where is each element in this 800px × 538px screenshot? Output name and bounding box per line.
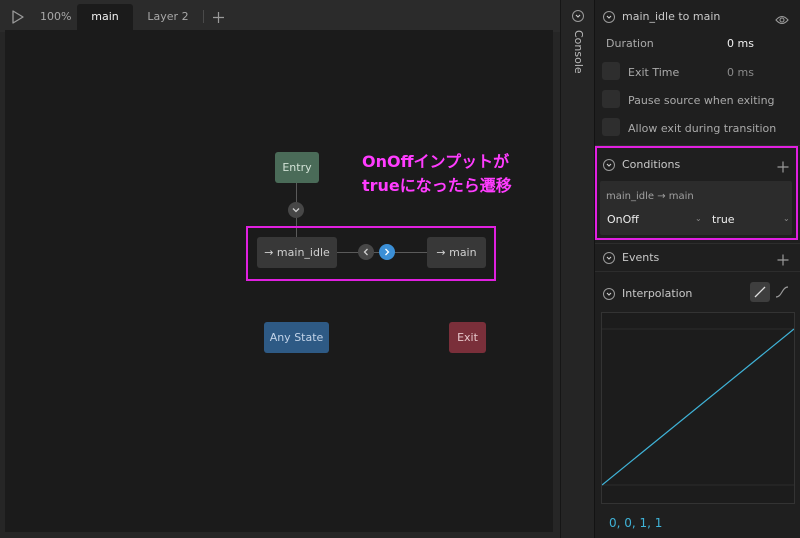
transition-title: main_idle to main xyxy=(622,10,721,23)
conditions-highlight-box xyxy=(595,146,798,240)
duration-label: Duration xyxy=(606,37,654,50)
interpolation-curve xyxy=(602,328,794,486)
chevron-down-icon[interactable] xyxy=(572,10,584,22)
tab-layer-2[interactable]: Layer 2 xyxy=(140,4,196,32)
graph-canvas[interactable] xyxy=(5,30,553,532)
play-icon[interactable] xyxy=(11,9,25,28)
duration-value[interactable]: 0 ms xyxy=(727,37,754,50)
annotation-text: OnOffインプットが trueになったら遷移 xyxy=(362,150,552,198)
console-toggle[interactable]: Console xyxy=(561,30,595,74)
pause-source-label: Pause source when exiting xyxy=(628,94,775,107)
add-layer-icon[interactable] xyxy=(212,9,225,28)
chevron-down-icon[interactable] xyxy=(603,288,615,300)
annotation-line-1: OnOffインプットが xyxy=(362,152,510,171)
chevron-down-icon[interactable] xyxy=(603,252,615,264)
annotation-line-2: trueになったら遷移 xyxy=(362,176,512,195)
allow-exit-checkbox[interactable] xyxy=(602,118,620,136)
tab-bar: 100% main Layer 2 xyxy=(0,0,560,32)
collapse-icon[interactable] xyxy=(603,11,615,23)
interpolation-values: 0, 0, 1, 1 xyxy=(609,516,663,530)
tab-main[interactable]: main xyxy=(77,4,133,32)
console-panel: Console xyxy=(560,0,594,538)
any-state-node[interactable]: Any State xyxy=(264,322,329,353)
allow-exit-label: Allow exit during transition xyxy=(628,122,777,135)
entry-transition-icon[interactable] xyxy=(288,202,304,218)
cubic-interpolation-icon[interactable] xyxy=(772,282,792,302)
linear-interpolation-icon[interactable] xyxy=(750,282,770,302)
divider xyxy=(595,271,800,272)
exit-time-checkbox[interactable] xyxy=(602,62,620,80)
inspector-panel: main_idle to main Duration 0 ms Exit Tim… xyxy=(594,0,800,538)
events-title: Events xyxy=(622,251,660,264)
events-header: Events xyxy=(595,243,800,273)
exit-time-label: Exit Time xyxy=(628,66,680,79)
entry-node[interactable]: Entry xyxy=(275,152,319,183)
interpolation-title: Interpolation xyxy=(622,287,693,300)
interpolation-graph[interactable] xyxy=(601,312,795,504)
transition-highlight-box xyxy=(246,226,496,281)
state-machine-editor: 100% main Layer 2 Entry → main_idle → ma… xyxy=(0,0,560,538)
eye-icon[interactable] xyxy=(775,11,789,30)
exit-time-value[interactable]: 0 ms xyxy=(727,66,754,79)
zoom-level[interactable]: 100% xyxy=(40,10,71,23)
tab-divider xyxy=(203,10,204,23)
exit-node[interactable]: Exit xyxy=(449,322,486,353)
pause-source-checkbox[interactable] xyxy=(602,90,620,108)
transition-header: main_idle to main xyxy=(595,2,800,32)
add-event-icon[interactable] xyxy=(777,251,789,270)
